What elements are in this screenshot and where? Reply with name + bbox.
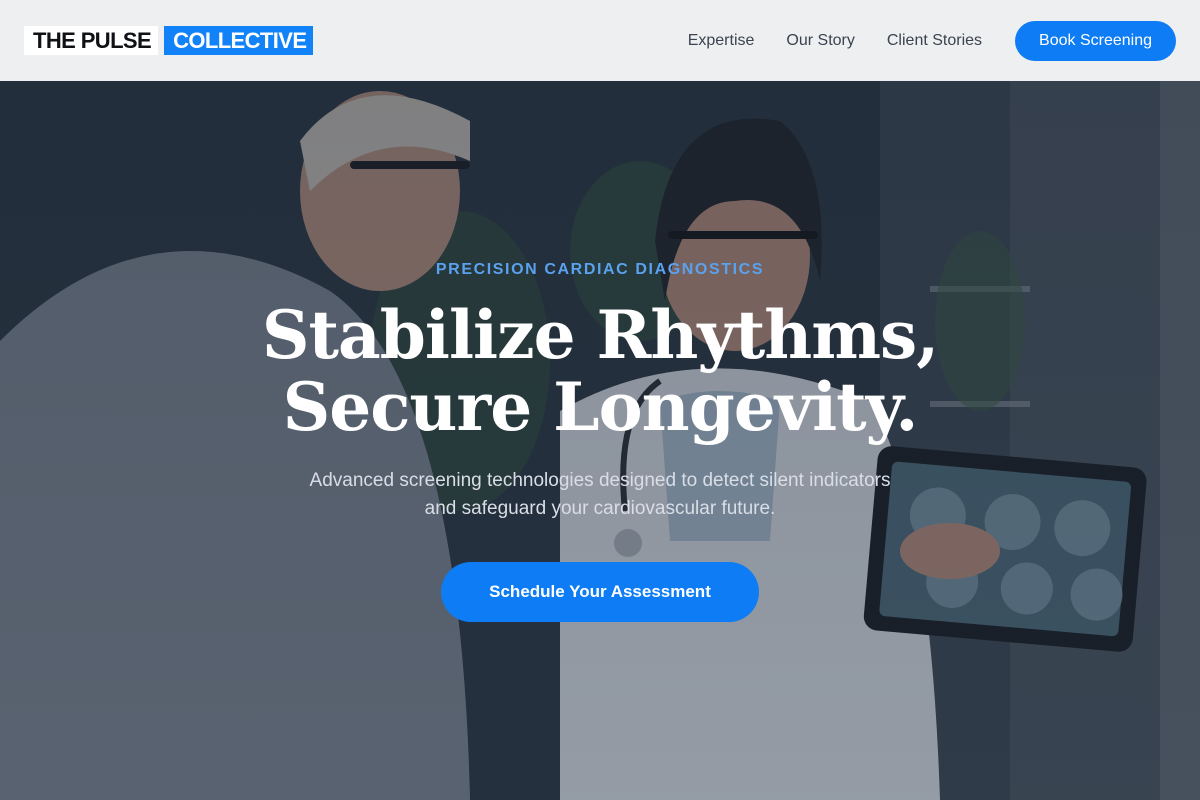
book-screening-button[interactable]: Book Screening <box>1015 20 1176 61</box>
hero-section: PRECISION CARDIAC DIAGNOSTICS Stabilize … <box>0 81 1200 800</box>
schedule-assessment-button[interactable]: Schedule Your Assessment <box>441 562 759 622</box>
logo-text-accent: COLLECTIVE <box>164 26 314 55</box>
main-nav: Expertise Our Story Client Stories Book … <box>688 20 1176 61</box>
nav-link-expertise[interactable]: Expertise <box>688 32 755 50</box>
hero-content: PRECISION CARDIAC DIAGNOSTICS Stabilize … <box>0 81 1200 800</box>
hero-eyebrow: PRECISION CARDIAC DIAGNOSTICS <box>435 261 765 278</box>
nav-link-client-stories[interactable]: Client Stories <box>887 32 982 50</box>
hero-headline: Stabilize Rhythms, Secure Longevity. <box>0 299 1200 443</box>
hero-subtitle: Advanced screening technologies designed… <box>260 467 940 523</box>
hero-subtitle-line-1: Advanced screening technologies designed… <box>309 470 891 491</box>
logo-text-primary: THE PULSE <box>24 26 159 55</box>
hero-headline-line-1: Stabilize Rhythms, <box>261 296 939 374</box>
nav-link-our-story[interactable]: Our Story <box>786 32 854 50</box>
logo[interactable]: THE PULSE COLLECTIVE <box>24 26 314 55</box>
site-header: THE PULSE COLLECTIVE Expertise Our Story… <box>0 0 1200 81</box>
hero-subtitle-line-2: and safeguard your cardiovascular future… <box>424 498 776 519</box>
hero-headline-line-2: Secure Longevity. <box>282 368 919 446</box>
